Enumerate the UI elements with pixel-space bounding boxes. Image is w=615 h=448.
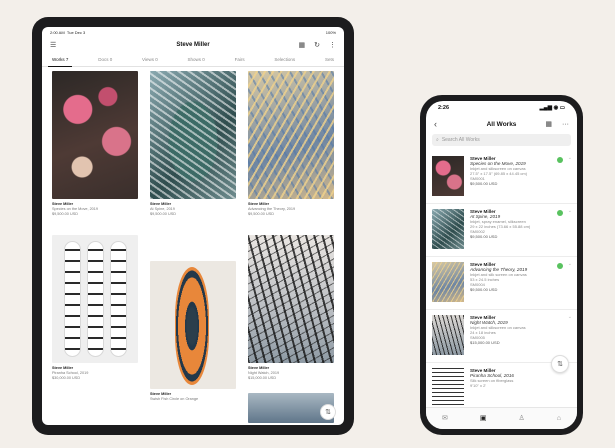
work-price: $9,500.00 USD bbox=[248, 212, 274, 216]
artwork-image bbox=[52, 235, 138, 363]
work-artist: Steve Miller bbox=[52, 202, 74, 206]
work-price: $15,000.00 USD bbox=[470, 340, 500, 345]
chevron-down-icon[interactable]: ⌄ bbox=[568, 155, 572, 161]
artwork-image bbox=[150, 71, 236, 199]
tab-docs[interactable]: Docs 0 bbox=[98, 53, 112, 66]
work-price: $9,500.00 USD bbox=[470, 181, 498, 186]
artwork-thumbnail bbox=[432, 156, 464, 196]
work-card[interactable]: Steve Miller Night Watch, 2019 $15,000.0… bbox=[248, 235, 334, 381]
tab-works[interactable]: Works 7 bbox=[47, 53, 73, 67]
work-title: Piranha School, 2019 bbox=[52, 371, 89, 375]
status-dot bbox=[557, 157, 563, 163]
works-grid: Steve Miller Species on the Move, 2019 $… bbox=[42, 67, 344, 425]
artwork-image bbox=[52, 71, 138, 199]
work-price: $9,500.00 USD bbox=[470, 234, 498, 239]
surfboard-shape bbox=[64, 241, 81, 357]
artwork-thumbnail bbox=[432, 368, 464, 408]
list-item[interactable]: Steve Miller Night Watch, 2019 Inkjet an… bbox=[426, 310, 577, 363]
signal-icon: ▂▄▆ ◉ ▭ bbox=[539, 105, 565, 111]
chevron-down-icon[interactable]: ⌄ bbox=[568, 314, 572, 320]
tab-shows[interactable]: Shows 0 bbox=[188, 53, 205, 66]
tablet-device: 2:00 AM Tue Dec 3 100% ☰ Steve Miller ▦ … bbox=[32, 17, 354, 435]
image-icon[interactable]: ▣ bbox=[480, 415, 487, 422]
page-title: Steve Miller bbox=[176, 42, 210, 48]
work-caption: Steve Miller Swish Fish Circle on Orange bbox=[150, 392, 236, 402]
work-caption: Steve Miller At Spine, 2019 $9,500.00 US… bbox=[150, 202, 236, 217]
phone-nav-bar: ‹ All Works ▦ ··· bbox=[426, 115, 577, 133]
surfboard-shape bbox=[110, 241, 127, 357]
status-date: Tue Dec 3 bbox=[66, 29, 86, 35]
status-dot bbox=[557, 263, 563, 269]
home-icon[interactable]: ⌂ bbox=[557, 415, 561, 422]
status-time: 2:00 AM bbox=[50, 29, 65, 35]
status-dot bbox=[557, 210, 563, 216]
work-caption: Steve Miller Piranha School, 2019 $30,00… bbox=[52, 366, 138, 381]
tablet-nav-bar: ☰ Steve Miller ▦ ↻ ⋮ bbox=[42, 37, 344, 53]
chevron-down-icon[interactable]: ⌄ bbox=[568, 208, 572, 214]
status-battery: 100% bbox=[325, 29, 336, 35]
work-caption: Steve Miller Advancing the Theory, 2019 … bbox=[248, 202, 334, 217]
work-price: $9,500.00 USD bbox=[470, 287, 498, 292]
work-title: At Spine, 2019 bbox=[150, 207, 175, 211]
phone-status-bar: 2:26 ▂▄▆ ◉ ▭ bbox=[426, 101, 577, 115]
tablet-status-bar: 2:00 AM Tue Dec 3 100% bbox=[42, 27, 344, 37]
work-artist: Steve Miller bbox=[52, 366, 74, 370]
artwork-thumbnail bbox=[432, 262, 464, 302]
artwork-image bbox=[150, 261, 236, 389]
artwork-thumbnail bbox=[432, 315, 464, 355]
search-placeholder: Search All Works bbox=[441, 137, 480, 143]
search-icon: ⌕ bbox=[436, 137, 439, 143]
artwork-image bbox=[248, 71, 334, 199]
tab-sets[interactable]: Sets bbox=[325, 53, 334, 66]
tab-fairs[interactable]: Fairs bbox=[235, 53, 245, 66]
contacts-icon[interactable]: ♙ bbox=[518, 415, 524, 422]
work-card[interactable]: Steve Miller At Spine, 2019 $9,500.00 US… bbox=[150, 71, 236, 217]
tablet-screen: 2:00 AM Tue Dec 3 100% ☰ Steve Miller ▦ … bbox=[42, 27, 344, 425]
status-time: 2:26 bbox=[438, 105, 450, 111]
tablet-tab-bar: Works 7 Docs 0 Views 0 Shows 0 Fairs Sel… bbox=[42, 53, 344, 67]
sliders-icon[interactable]: ⇅ bbox=[551, 355, 569, 373]
work-title: Night Watch, 2019 bbox=[248, 371, 280, 375]
work-card[interactable]: Steve Miller Piranha School, 2019 $30,00… bbox=[52, 235, 138, 381]
works-list: Steve Miller Species on the Move, 2019 I… bbox=[426, 151, 577, 416]
work-artist: Steve Miller bbox=[248, 202, 270, 206]
work-price: $9,500.00 USD bbox=[52, 212, 78, 216]
phone-screen: 2:26 ▂▄▆ ◉ ▭ ‹ All Works ▦ ··· ⌕ Search … bbox=[426, 101, 577, 429]
work-price: $30,000.00 USD bbox=[52, 376, 81, 380]
search-input[interactable]: ⌕ Search All Works bbox=[432, 134, 571, 146]
list-item[interactable]: Steve Miller Advancing the Theory, 2019 … bbox=[426, 257, 577, 310]
work-card[interactable]: Steve Miller Swish Fish Circle on Orange bbox=[150, 261, 236, 402]
work-card[interactable]: Steve Miller Species on the Move, 2019 $… bbox=[52, 71, 138, 217]
work-title: Species on the Move, 2019 bbox=[52, 207, 99, 211]
tab-selections[interactable]: Selections bbox=[274, 53, 295, 66]
work-caption: Steve Miller Species on the Move, 2019 $… bbox=[52, 202, 138, 217]
work-artist: Steve Miller bbox=[150, 392, 172, 396]
work-title: Swish Fish Circle on Orange bbox=[150, 397, 199, 401]
work-card[interactable]: Steve Miller Advancing the Theory, 2019 … bbox=[248, 71, 334, 217]
surfboard-shape bbox=[87, 241, 104, 357]
inbox-icon[interactable]: ✉ bbox=[442, 415, 448, 422]
work-price: $15,000.00 USD bbox=[248, 376, 277, 380]
artwork-thumbnail bbox=[432, 209, 464, 249]
work-title: Advancing the Theory, 2019 bbox=[248, 207, 296, 211]
work-price: $9,500.00 USD bbox=[150, 212, 176, 216]
artwork-image bbox=[248, 235, 334, 363]
list-item[interactable]: Steve Miller At Spine, 2019 Inkjet, spra… bbox=[426, 204, 577, 257]
phone-tab-bar: ✉ ▣ ♙ ⌂ bbox=[426, 407, 577, 429]
tab-views[interactable]: Views 0 bbox=[142, 53, 158, 66]
chevron-down-icon[interactable]: ⌄ bbox=[568, 261, 572, 267]
phone-device: 2:26 ▂▄▆ ◉ ▭ ‹ All Works ▦ ··· ⌕ Search … bbox=[420, 95, 583, 435]
work-dimensions: 9'10" x 2' bbox=[470, 383, 487, 388]
page-title: All Works bbox=[486, 120, 517, 128]
list-item[interactable]: Steve Miller Species on the Move, 2019 I… bbox=[426, 151, 577, 204]
sliders-icon[interactable]: ⇅ bbox=[320, 404, 336, 420]
work-caption: Steve Miller Night Watch, 2019 $15,000.0… bbox=[248, 366, 334, 381]
work-artist: Steve Miller bbox=[248, 366, 270, 370]
surfboard-shape bbox=[175, 267, 209, 385]
work-artist: Steve Miller bbox=[150, 202, 172, 206]
